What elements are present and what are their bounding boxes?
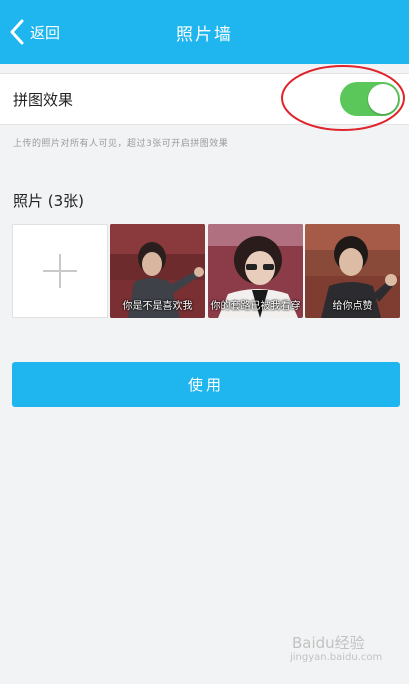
baidu-watermark-url: jingyan.baidu.com <box>290 652 383 663</box>
use-button[interactable]: 使用 <box>12 362 400 407</box>
back-button[interactable]: 返回 <box>8 14 60 50</box>
collage-hint: 上传的照片对所有人可见，超过3张可开启拼图效果 <box>13 139 229 149</box>
photo-thumbnail-3[interactable]: 给你点赞 <box>305 224 400 318</box>
toggle-knob <box>368 84 398 114</box>
chevron-left-icon <box>10 19 24 45</box>
navigation-bar: 返回 照片墙 <box>0 0 409 64</box>
collage-label: 拼图效果 <box>13 91 74 109</box>
photo-caption: 你的套路已被我看穿 <box>210 301 301 312</box>
back-label: 返回 <box>30 23 61 42</box>
page-title: 照片墙 <box>176 24 233 45</box>
collage-toggle[interactable] <box>340 82 400 116</box>
photos-section-label: 照片 (3张) <box>13 192 85 210</box>
plus-icon <box>43 254 77 288</box>
baidu-watermark: Baidu经验 <box>292 634 365 652</box>
photo-thumbnail-2[interactable]: 你的套路已被我看穿 <box>208 224 303 318</box>
photo-thumbnail-1[interactable]: 你是不是喜欢我 <box>110 224 205 318</box>
add-photo-button[interactable] <box>12 224 108 318</box>
photo-caption: 你是不是喜欢我 <box>122 301 193 312</box>
photo-caption: 给你点赞 <box>332 301 373 312</box>
